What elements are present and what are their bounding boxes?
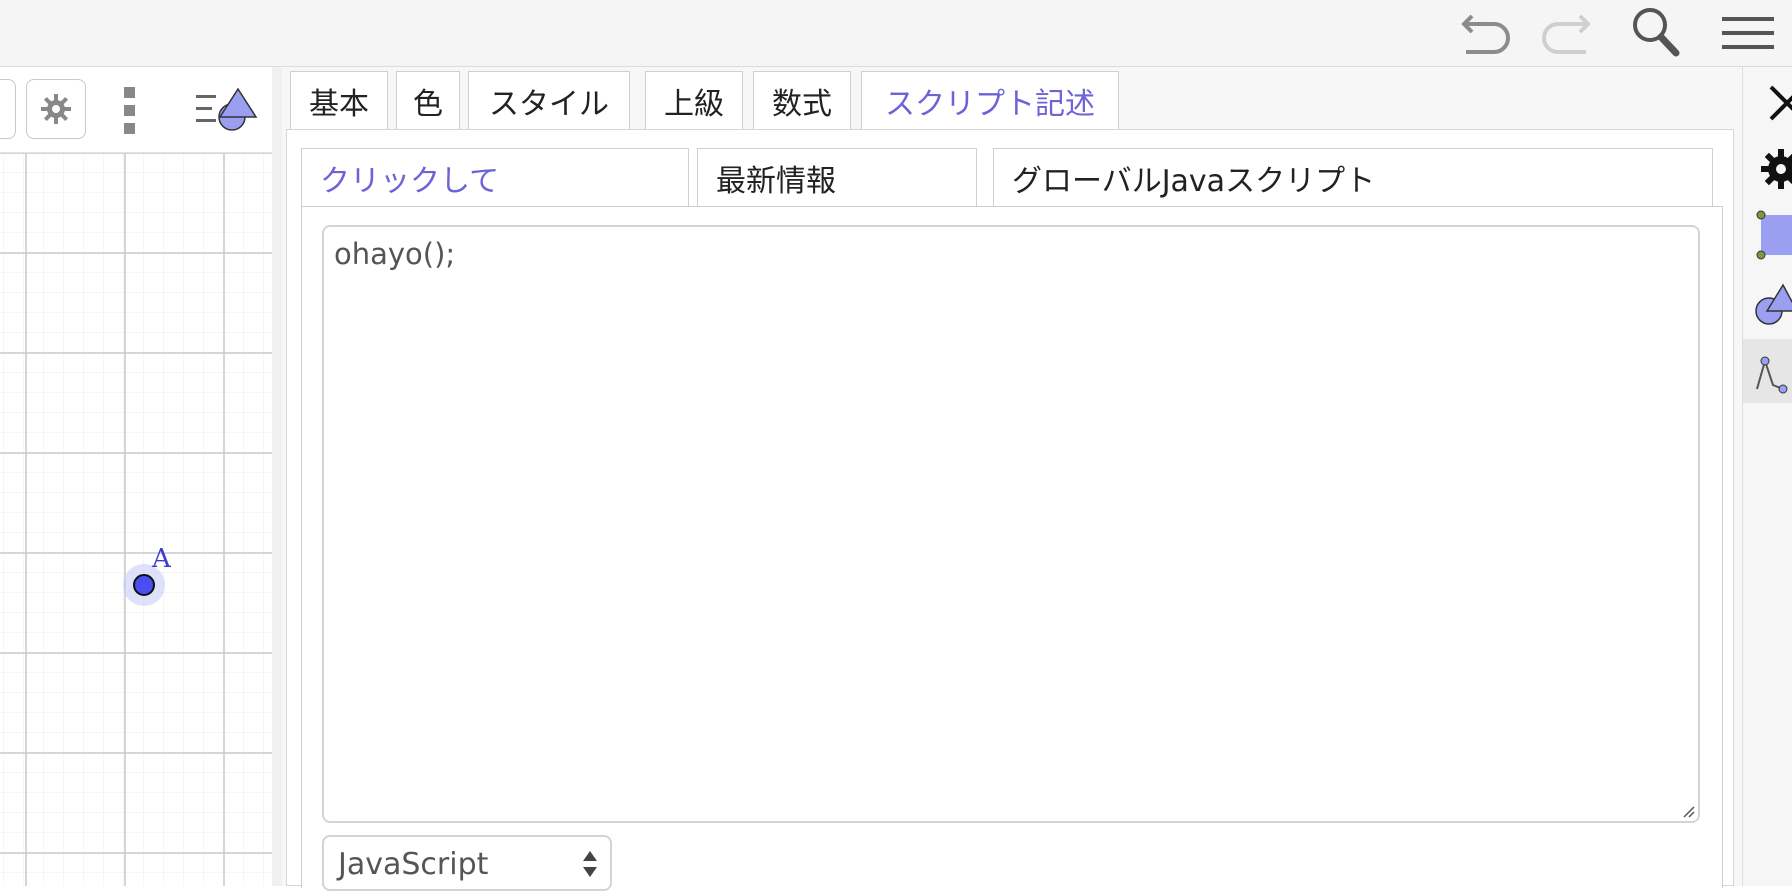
resize-handle-icon[interactable] (1679, 802, 1695, 818)
script-editor-container: ohayo(); JavaScript (301, 206, 1723, 891)
lock-icon[interactable] (0, 79, 16, 139)
view-divider[interactable] (272, 67, 282, 886)
tab-color[interactable]: 色 (396, 71, 460, 129)
properties-panel: 基本 色 スタイル 上級 数式 スクリプト記述 クリックして 最新情報 グローバ… (282, 67, 1742, 891)
script-text: ohayo(); (334, 237, 456, 271)
gear-icon[interactable] (26, 79, 86, 139)
style-bar (1742, 67, 1792, 886)
graphics-view[interactable]: A (0, 67, 273, 886)
script-textarea[interactable]: ohayo(); (322, 225, 1700, 823)
more-vertical-icon[interactable] (114, 85, 146, 141)
coordinate-grid[interactable]: A (0, 153, 272, 886)
search-icon[interactable] (1620, 0, 1692, 66)
top-toolbar (0, 0, 1792, 67)
settings-icon[interactable] (1759, 147, 1792, 195)
point-a-label: A (151, 544, 172, 574)
function-icon[interactable] (1743, 339, 1792, 403)
subtab-on-click[interactable]: クリックして (301, 148, 689, 208)
redo-icon[interactable] (1528, 0, 1600, 66)
tab-algebra[interactable]: 数式 (753, 71, 851, 129)
tab-scripting[interactable]: スクリプト記述 (861, 71, 1119, 129)
tab-basic[interactable]: 基本 (290, 71, 388, 129)
undo-icon[interactable] (1452, 0, 1524, 66)
tab-advanced[interactable]: 上級 (645, 71, 743, 129)
polygon-style-icon[interactable] (1755, 209, 1792, 265)
language-select[interactable]: JavaScript (322, 835, 612, 891)
graphics-toolbar (0, 67, 272, 153)
close-icon[interactable] (1767, 83, 1792, 127)
scripting-panel: クリックして 最新情報 グローバルJavaスクリプト ohayo(); Java… (286, 129, 1734, 891)
select-arrows-icon (583, 851, 597, 877)
tab-style[interactable]: スタイル (468, 71, 630, 129)
algebra-view-toggle-icon[interactable] (194, 85, 260, 139)
menu-icon[interactable] (1712, 0, 1784, 66)
subtab-on-update[interactable]: 最新情報 (697, 148, 977, 206)
language-select-value: JavaScript (338, 847, 489, 882)
subtab-global-javascript[interactable]: グローバルJavaスクリプト (993, 148, 1713, 206)
shapes-icon[interactable] (1743, 273, 1792, 333)
